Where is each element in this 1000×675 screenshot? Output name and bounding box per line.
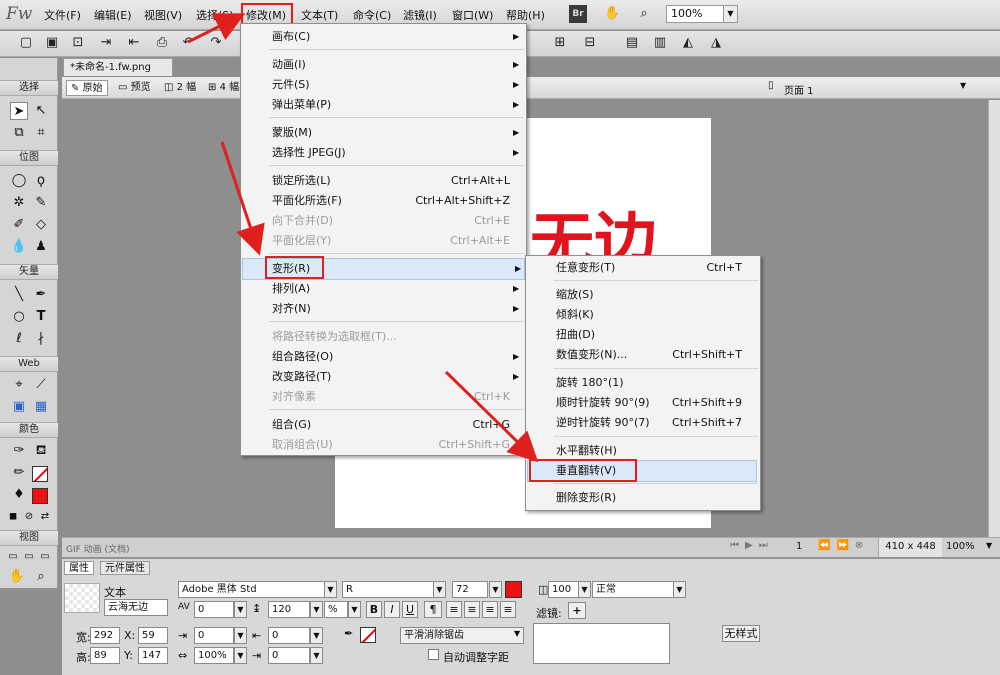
arrow-to-modify [187, 13, 246, 44]
arrow-to-flip-vertical [444, 370, 539, 463]
arrow-to-transform [220, 141, 265, 256]
annotation-arrows [187, 13, 539, 463]
